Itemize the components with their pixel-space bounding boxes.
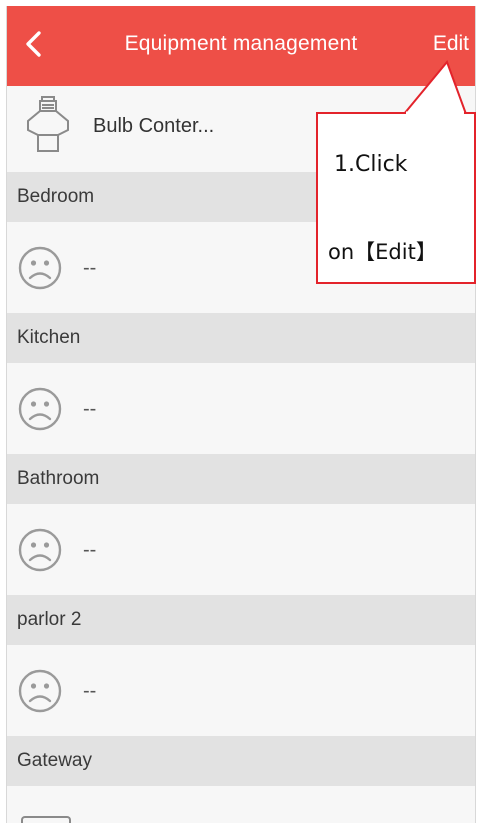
sad-face-icon [17,527,63,573]
section-title: Bedroom [17,186,95,207]
section-title: Gateway [17,750,92,771]
section-header-parlor-2: parlor 2 [7,595,475,645]
section-header-gateway: Gateway [7,736,475,786]
section-header-kitchen: Kitchen [7,313,475,363]
gateway-device-icon [21,816,71,823]
top-bar: Equipment management Edit [7,6,475,86]
page-title: Equipment management [124,32,358,55]
empty-device-row: -- [7,363,475,455]
section-title: Kitchen [17,327,81,348]
sad-face-icon [17,668,63,714]
empty-device-row: -- [7,645,475,737]
section-header-bathroom: Bathroom [7,454,475,504]
instruction-callout: 1.Click on【Edit】 [316,112,476,284]
empty-placeholder: -- [83,679,97,702]
device-label: Bulb Conter... [93,114,215,137]
sad-face-icon [17,245,63,291]
edit-button[interactable]: Edit [433,32,469,56]
empty-device-row: -- [7,504,475,596]
section-title: parlor 2 [17,609,82,630]
empty-placeholder: -- [83,538,97,561]
bulb-icon [21,94,75,158]
empty-placeholder: -- [83,256,97,279]
empty-placeholder: -- [83,397,97,420]
instruction-target: on【Edit】 [328,240,437,264]
section-title: Bathroom [17,468,100,489]
instruction-step: 1.Click [334,152,408,177]
sad-face-icon [17,386,63,432]
